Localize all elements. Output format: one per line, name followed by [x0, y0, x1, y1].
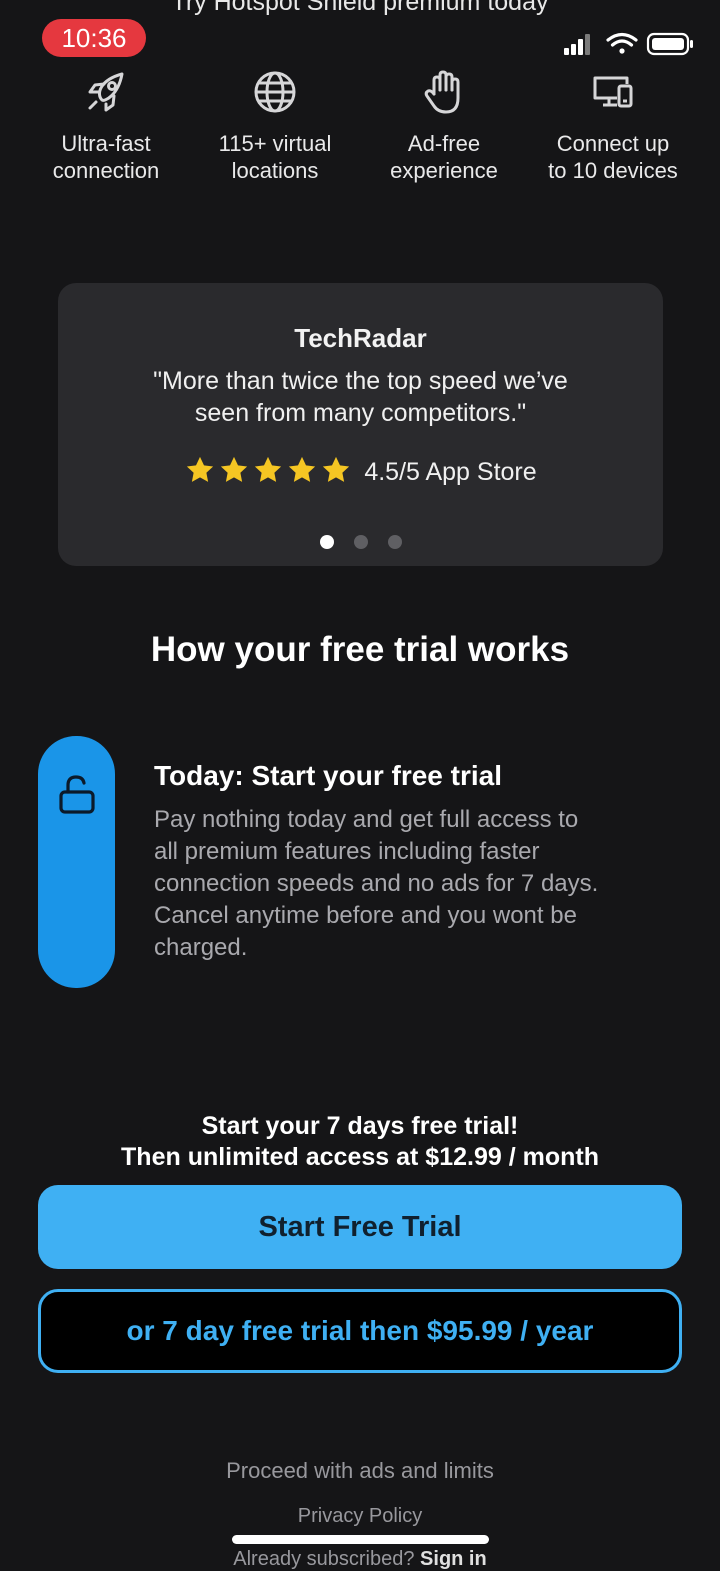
start-free-trial-button[interactable]: Start Free Trial [38, 1185, 682, 1269]
step-desc-line: charged. [154, 934, 248, 961]
proceed-with-ads-link[interactable]: Proceed with ads and limits [0, 1458, 720, 1484]
unlock-icon [59, 775, 95, 814]
rocket-icon [88, 72, 124, 112]
carousel-dots[interactable] [58, 535, 663, 549]
step-desc-line: Pay nothing today and get full access to [154, 806, 579, 833]
star-icon [323, 456, 350, 482]
step-description: Pay nothing today and get full access to… [154, 804, 694, 964]
step-desc-line: Cancel anytime before and you wont be [154, 902, 577, 929]
status-time: 10:36 [42, 19, 146, 57]
feature-label-line1: Connect up [556, 131, 670, 156]
star-icon [255, 456, 282, 482]
wifi-icon [606, 32, 638, 54]
status-icons [560, 30, 700, 58]
review-carousel-card[interactable]: TechRadar "More than twice the top speed… [58, 283, 663, 566]
review-quote-line1: "More than twice the top speed we’ve [153, 367, 568, 395]
signal-icon [564, 34, 590, 55]
feature-speed: Ultra-fast connection [21, 68, 191, 184]
privacy-policy-link[interactable]: Privacy Policy [0, 1505, 720, 1528]
star-icon [289, 456, 316, 482]
feature-devices: Connect up to 10 devices [528, 68, 698, 184]
feature-label-line2: locations [231, 158, 319, 183]
yearly-trial-button[interactable]: or 7 day free trial then $95.99 / year [38, 1289, 682, 1373]
step-desc-line: all premium features including faster [154, 838, 540, 865]
rating-stars [184, 455, 354, 490]
star-icon [187, 456, 214, 482]
review-quote: "More than twice the top speed we’ve see… [98, 365, 623, 429]
header-title: Try Hotspot Shield premium today [171, 0, 549, 16]
battery-icon [646, 32, 693, 56]
offer-price: Then unlimited access at $12.99 / month [121, 1143, 599, 1171]
home-indicator[interactable] [232, 1535, 489, 1544]
star-icon [221, 456, 248, 482]
feature-adfree: Ad-free experience [359, 68, 529, 184]
signin-prefix: Already subscribed? [233, 1548, 421, 1570]
globe-icon [254, 71, 296, 113]
feature-label-line1: Ultra-fast [61, 131, 151, 156]
devices-icon [593, 76, 633, 108]
hand-stop-icon [424, 70, 460, 114]
section-title: How your free trial works [150, 630, 570, 669]
step-title: Today: Start your free trial [154, 760, 503, 791]
timeline-step-pill [38, 736, 115, 988]
rating-row: 4.5/5 App Store [58, 455, 663, 490]
carousel-dot-active[interactable] [319, 535, 334, 549]
feature-label-line2: experience [390, 158, 498, 183]
feature-label-line2: connection [52, 158, 160, 183]
review-quote-line2: seen from many competitors." [194, 399, 527, 427]
carousel-dot[interactable] [387, 535, 402, 549]
feature-label-line1: 115+ virtual [218, 131, 332, 156]
feature-label-line2: to 10 devices [548, 158, 678, 183]
step-desc-line: connection speeds and no ads for 7 days. [154, 870, 599, 897]
carousel-dot[interactable] [353, 535, 368, 549]
review-source: TechRadar [294, 323, 427, 353]
feature-locations: 115+ virtual locations [190, 68, 360, 184]
feature-label-line1: Ad-free [407, 131, 481, 156]
signin-link[interactable]: Sign in [420, 1548, 487, 1570]
offer-headline: Start your 7 days free trial! [201, 1112, 519, 1140]
rating-text: 4.5/5 App Store [364, 458, 537, 486]
